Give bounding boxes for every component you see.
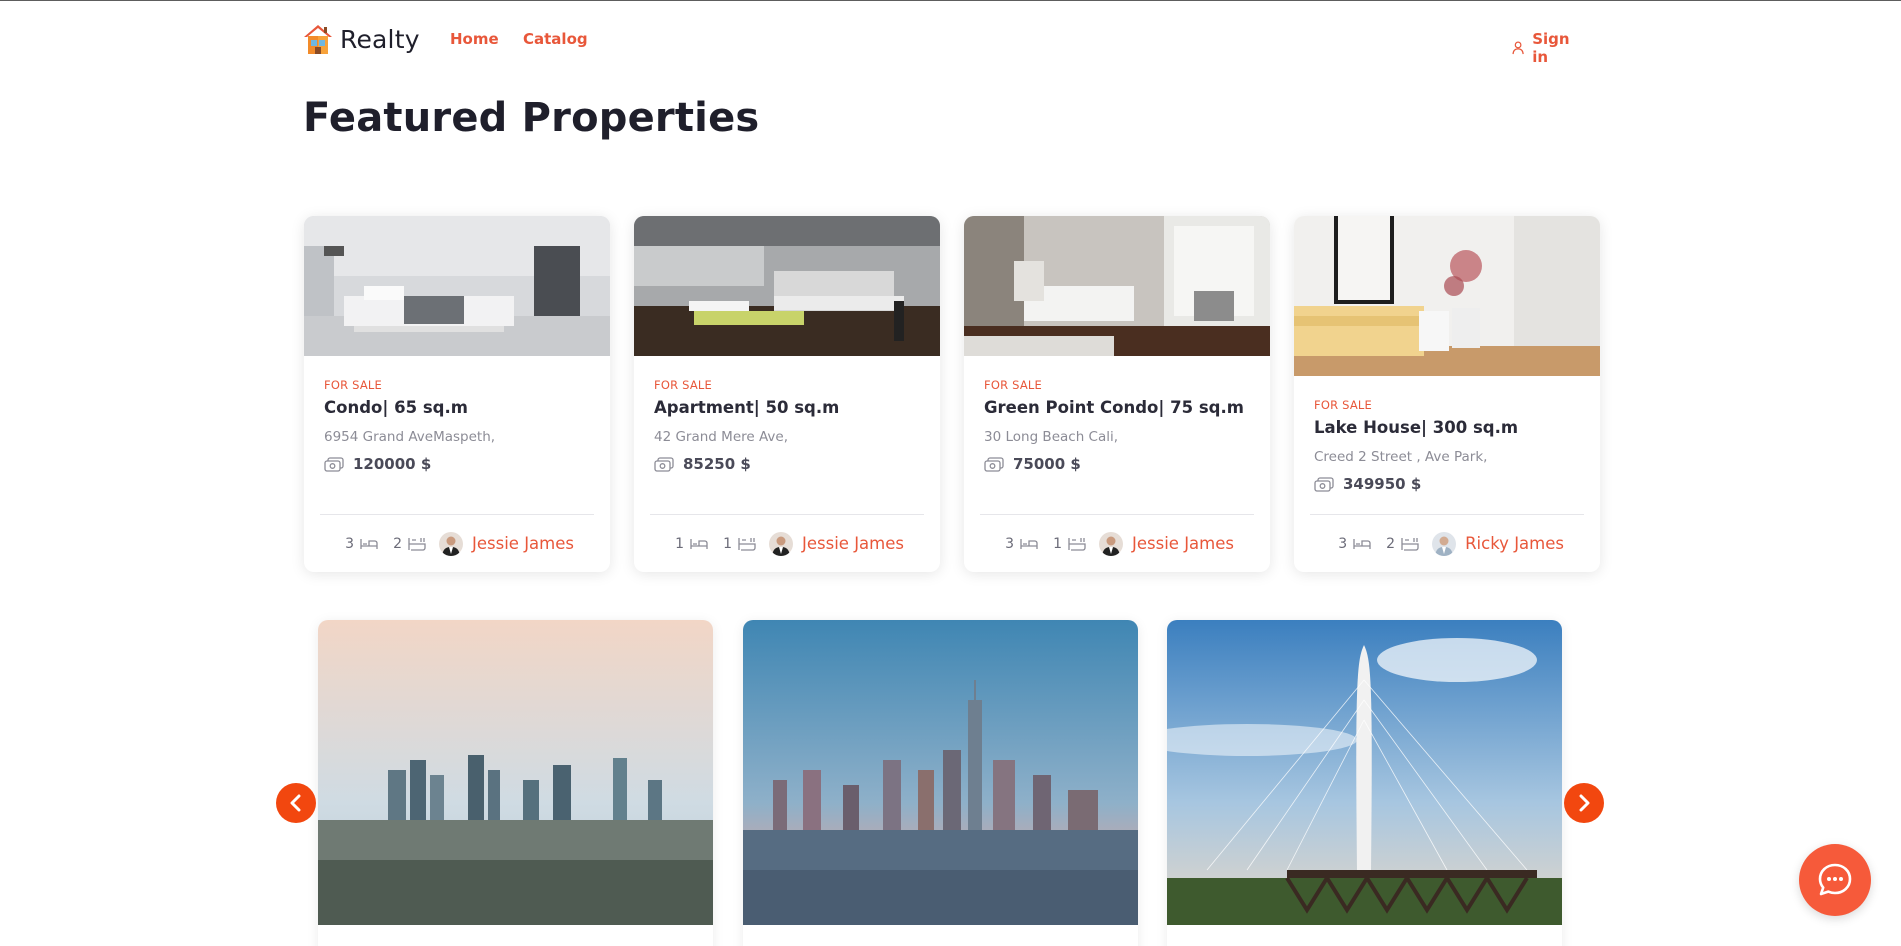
agent-name: Ricky James (1465, 534, 1564, 553)
property-card[interactable]: FOR SALE Condo| 65 sq.m 6954 Grand AveMa… (304, 216, 610, 572)
bathrooms-count: 2 (1386, 536, 1420, 552)
price-value: 120000 $ (353, 455, 432, 473)
bedrooms-value: 3 (1005, 535, 1015, 552)
carousel-next-button[interactable] (1564, 783, 1604, 823)
bedrooms-count: 3 (345, 536, 379, 552)
brand-logo[interactable]: Realty (303, 22, 420, 56)
money-icon (984, 457, 1004, 472)
property-address: Creed 2 Street , Ave Park, (1314, 449, 1488, 465)
bathrooms-value: 1 (723, 535, 732, 552)
nav-link-catalog[interactable]: Catalog (523, 30, 588, 48)
bathrooms-count: 1 (723, 536, 757, 552)
property-image (1294, 216, 1600, 376)
bathrooms-count: 1 (1053, 536, 1087, 552)
bathrooms-value: 2 (1386, 535, 1396, 552)
user-icon (1512, 41, 1524, 55)
price-value: 349950 $ (1343, 475, 1422, 493)
property-image (964, 216, 1270, 356)
card-footer: 3 1 Jessie James (980, 514, 1254, 572)
card-footer: 3 2 Jessie James (320, 514, 594, 572)
bedrooms-count: 3 (1005, 536, 1039, 552)
money-icon (324, 457, 344, 472)
listing-tag: FOR SALE (324, 378, 382, 392)
agent-name: Jessie James (802, 534, 904, 553)
page-title: Featured Properties (303, 95, 760, 141)
top-navigation: Realty Home Catalog Sign in (303, 22, 1583, 66)
top-border (0, 0, 1901, 1)
chevron-right-icon (1579, 794, 1590, 812)
agent-name: Jessie James (1132, 534, 1234, 553)
property-address: 42 Grand Mere Ave, (654, 429, 789, 445)
price-value: 85250 $ (683, 455, 751, 473)
city-image (318, 620, 713, 925)
avatar (439, 531, 463, 556)
chevron-left-icon (290, 794, 301, 812)
bedrooms-count: 1 (675, 536, 709, 552)
listing-tag: FOR SALE (654, 378, 712, 392)
bath-icon (1401, 537, 1419, 551)
city-card[interactable] (318, 620, 713, 946)
property-address: 6954 Grand AveMaspeth, (324, 429, 496, 445)
agent-link[interactable]: Jessie James (439, 531, 574, 556)
property-image (304, 216, 610, 356)
avatar (1432, 531, 1457, 556)
carousel-prev-button[interactable] (276, 783, 316, 823)
card-footer: 1 1 Jessie James (650, 514, 924, 572)
bathrooms-value: 1 (1053, 535, 1062, 552)
city-card[interactable] (1167, 620, 1562, 946)
property-image (634, 216, 940, 356)
bedrooms-value: 3 (345, 535, 355, 552)
house-logo-icon (304, 25, 332, 54)
bathrooms-count: 2 (393, 536, 427, 552)
property-title[interactable]: Condo| 65 sq.m (324, 398, 590, 417)
bath-icon (1068, 537, 1086, 551)
sign-in-button[interactable]: Sign in (1512, 30, 1583, 66)
agent-name: Jessie James (472, 534, 574, 553)
city-image (743, 620, 1138, 925)
avatar (769, 531, 793, 556)
agent-link[interactable]: Jessie James (769, 531, 904, 556)
card-footer: 3 2 Ricky James (1310, 514, 1584, 572)
agent-link[interactable]: Ricky James (1432, 531, 1564, 556)
property-card[interactable]: FOR SALE Apartment| 50 sq.m 42 Grand Mer… (634, 216, 940, 572)
property-address: 30 Long Beach Cali, (984, 429, 1119, 445)
listing-tag: FOR SALE (984, 378, 1042, 392)
bedrooms-value: 1 (675, 535, 685, 552)
brand-name: Realty (340, 24, 420, 54)
bathrooms-value: 2 (393, 535, 402, 552)
bed-icon (690, 538, 708, 549)
property-price: 75000 $ (984, 455, 1250, 473)
property-card[interactable]: FOR SALE Green Point Condo| 75 sq.m 30 L… (964, 216, 1270, 572)
avatar (1099, 531, 1123, 556)
property-price: 349950 $ (1314, 475, 1580, 493)
bath-icon (408, 537, 426, 551)
property-title[interactable]: Apartment| 50 sq.m (654, 398, 920, 417)
money-icon (1314, 477, 1334, 492)
sign-in-label: Sign in (1532, 30, 1570, 66)
agent-link[interactable]: Jessie James (1099, 531, 1234, 556)
property-price: 85250 $ (654, 455, 920, 473)
chat-button[interactable] (1799, 844, 1871, 916)
listing-tag: FOR SALE (1314, 398, 1372, 412)
price-value: 75000 $ (1013, 455, 1081, 473)
bedrooms-value: 3 (1338, 535, 1348, 552)
property-title[interactable]: Lake House| 300 sq.m (1314, 418, 1580, 437)
bed-icon (1353, 538, 1371, 549)
bed-icon (1020, 538, 1038, 549)
money-icon (654, 457, 674, 472)
bedrooms-count: 3 (1338, 536, 1372, 552)
chat-bubble-icon (1818, 863, 1852, 896)
city-image (1167, 620, 1562, 925)
property-card[interactable]: FOR SALE Lake House| 300 sq.m Creed 2 St… (1294, 216, 1600, 572)
bath-icon (738, 537, 756, 551)
city-card[interactable] (743, 620, 1138, 946)
bed-icon (360, 538, 378, 549)
nav-link-home[interactable]: Home (450, 30, 499, 48)
property-title[interactable]: Green Point Condo| 75 sq.m (984, 398, 1250, 417)
property-price: 120000 $ (324, 455, 590, 473)
